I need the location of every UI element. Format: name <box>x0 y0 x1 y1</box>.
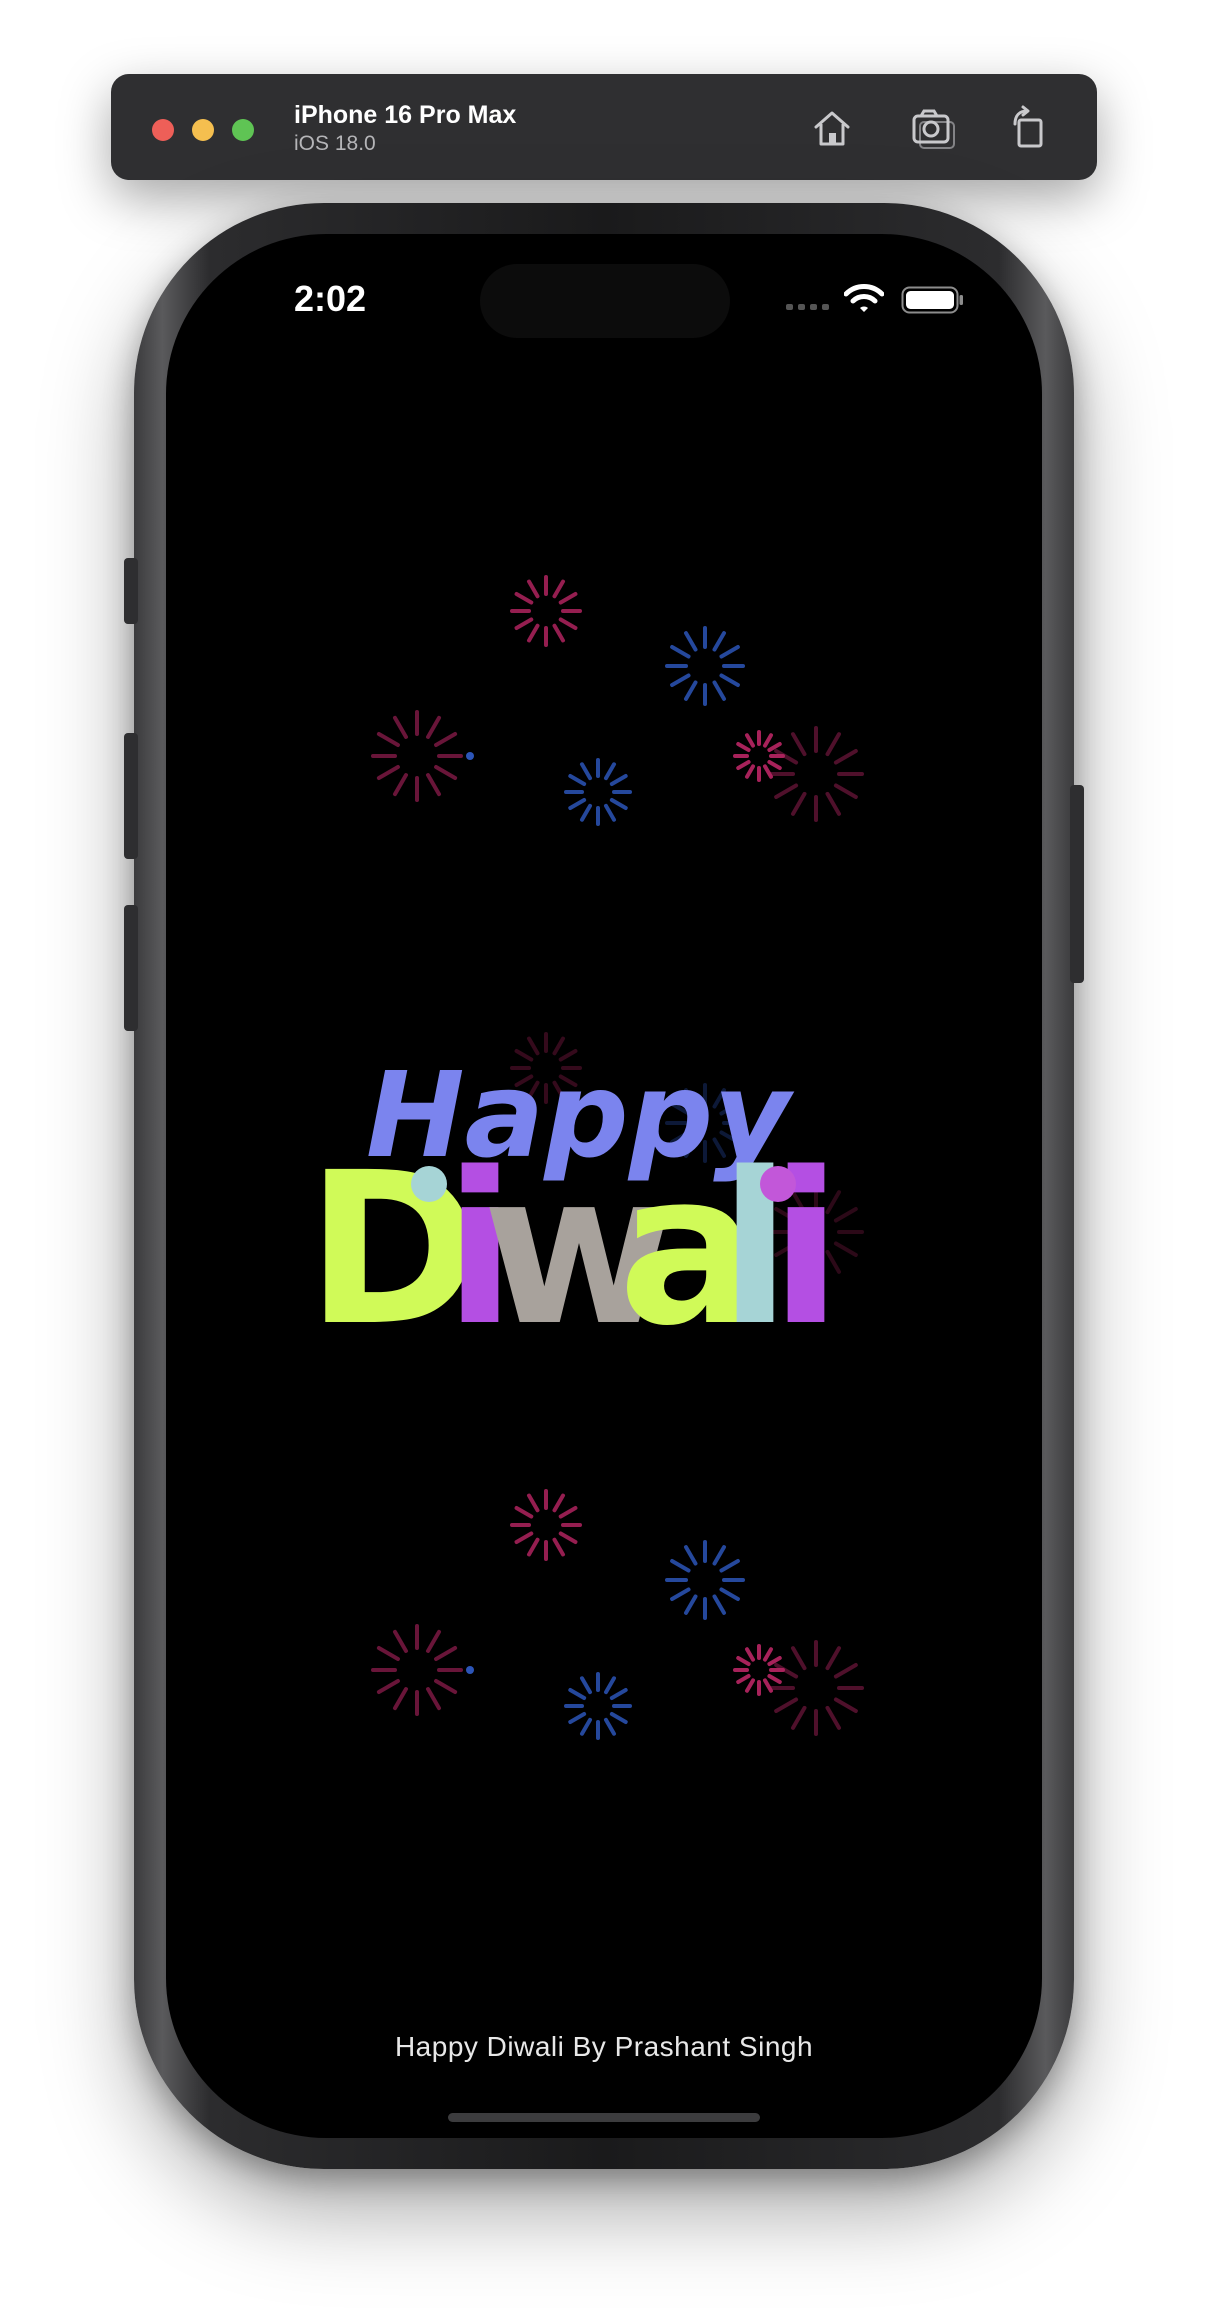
action-button[interactable] <box>124 558 138 624</box>
close-window-button[interactable] <box>152 119 174 141</box>
happy-diwali-title: Happy Diwali <box>306 1046 842 1372</box>
volume-down-button[interactable] <box>124 905 138 1031</box>
simulator-toolbar: iPhone 16 Pro Max iOS 18.0 <box>111 74 1097 180</box>
rotate-icon[interactable] <box>1001 100 1057 156</box>
volume-up-button[interactable] <box>124 733 138 859</box>
app-screen: 2:02 Happy Diwali Happy Diwali By Prasha… <box>166 234 1042 2138</box>
screenshot-icon[interactable] <box>905 100 961 156</box>
power-button[interactable] <box>1070 785 1084 983</box>
home-icon[interactable] <box>804 100 860 156</box>
credit-text: Happy Diwali By Prashant Singh <box>394 2031 814 2062</box>
letter-dot <box>760 1166 796 1202</box>
diwali-letter: i <box>770 1127 842 1372</box>
minimize-window-button[interactable] <box>192 119 214 141</box>
os-version: iOS 18.0 <box>294 132 376 155</box>
diwali-letters: Diwali <box>306 1127 842 1372</box>
device-name: iPhone 16 Pro Max <box>294 101 517 129</box>
home-indicator[interactable] <box>448 2113 760 2122</box>
zoom-window-button[interactable] <box>232 119 254 141</box>
letter-dot <box>411 1166 447 1202</box>
